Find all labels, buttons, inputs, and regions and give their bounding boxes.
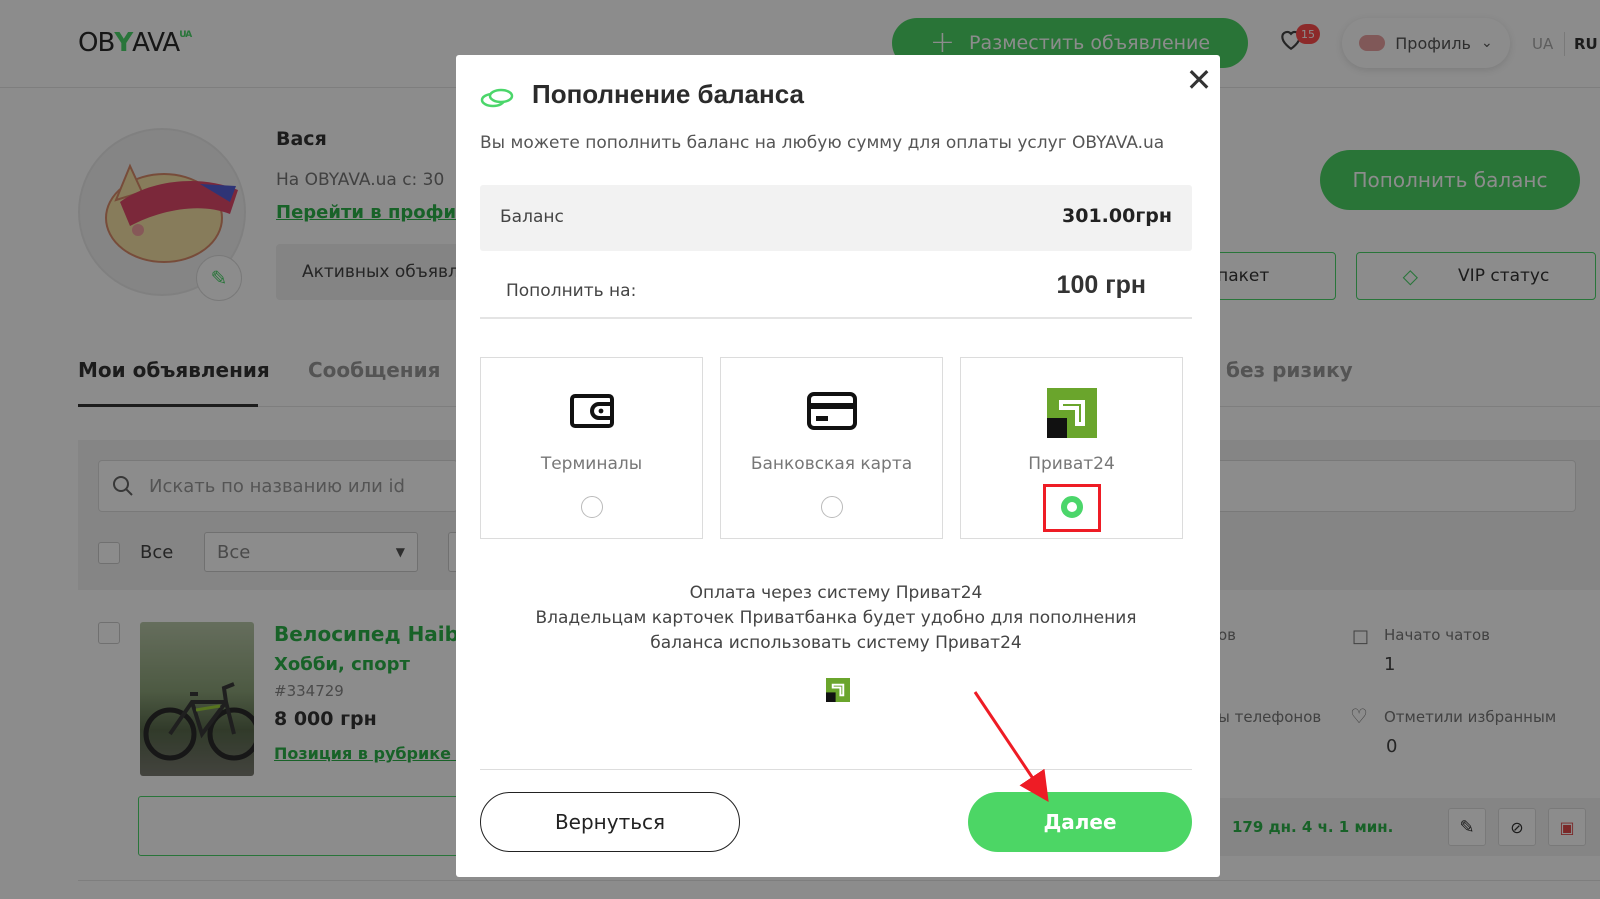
payment-method-terminals[interactable]: Терминалы [480,357,703,539]
amount-input[interactable]: 100 грн [1057,271,1146,300]
wallet-icon [569,394,614,428]
payment-method-label: Терминалы [540,454,643,474]
topup-balance-modal: ✕ Пополнение баланса Вы можете пополнить… [456,55,1220,877]
selection-highlight-box [1042,484,1101,532]
payment-radio-terminals[interactable] [580,496,603,518]
balance-value: 301.00грн [1062,205,1172,227]
payment-description: Оплата через систему Приват24 Владельцам… [480,581,1192,656]
modal-subtitle: Вы можете пополнить баланс на любую сумм… [480,133,1165,153]
amount-label: Пополнить на: [506,281,637,301]
balance-box: Баланс 301.00грн [480,185,1192,251]
payment-description-line3: баланса использовать систему Приват24 [650,633,1022,653]
next-button[interactable]: Далее [968,792,1192,852]
close-icon[interactable]: ✕ [1182,61,1216,99]
payment-method-card[interactable]: Банковская карта [720,357,943,539]
payment-method-privat24[interactable]: Приват24 [960,357,1183,539]
privat24-logo-icon [1046,388,1097,438]
back-button[interactable]: Вернуться [480,792,740,852]
balance-label: Баланс [500,207,564,227]
privat24-small-logo-icon [826,678,850,702]
modal-footer-divider [480,769,1192,770]
payment-method-label: Приват24 [1028,454,1115,474]
payment-description-line1: Оплата через систему Приват24 [689,583,983,603]
payment-method-label: Банковская карта [750,454,913,474]
amount-underline [480,317,1192,319]
credit-card-icon [806,392,857,430]
payment-radio-card[interactable] [820,496,843,518]
payment-description-line2: Владельцам карточек Приватбанка будет уд… [535,608,1137,628]
modal-title: Пополнение баланса [532,79,804,109]
coins-icon [480,88,514,108]
